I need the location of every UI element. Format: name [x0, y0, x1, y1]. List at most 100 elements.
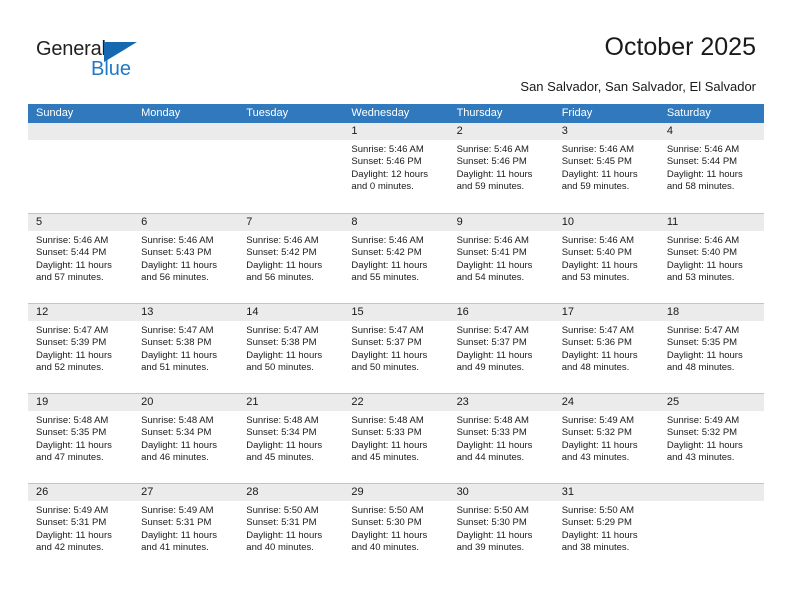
day-sun-info: Sunrise: 5:46 AM Sunset: 5:40 PM Daylight:…	[554, 231, 659, 285]
sunrise-text: Sunrise: 5:50 AM	[246, 505, 319, 516]
calendar-day-cell[interactable]: 5 Sunrise: 5:46 AM Sunset: 5:44 PM Daylight…	[28, 214, 134, 303]
calendar-week-row: 19 Sunrise: 5:48 AM Sunset: 5:35 PM Dayligh…	[28, 393, 764, 483]
daylight-text-line2: and 55 minutes.	[351, 272, 420, 284]
day-number: 17	[553, 304, 659, 321]
daylight-text-line1: Daylight: 11 hours	[456, 349, 533, 361]
daylight-text-line1: Daylight: 11 hours	[666, 168, 743, 180]
daylight-text-line2: and 38 minutes.	[561, 542, 630, 554]
calendar-day-cell[interactable]: 7 Sunrise: 5:46 AM Sunset: 5:42 PM Daylight…	[238, 214, 344, 303]
daylight-text-line2: and 42 minutes.	[36, 542, 104, 554]
sunrise-text: Sunrise: 5:46 AM	[561, 235, 635, 246]
day-sun-info: Sunrise: 5:49 AM Sunset: 5:31 PM Daylight:…	[28, 501, 133, 555]
sunrise-text: Sunrise: 5:47 AM	[561, 325, 635, 336]
sunrise-text: Sunrise: 5:49 AM	[141, 505, 214, 516]
calendar-day-cell[interactable]: 25 Sunrise: 5:49 AM Sunset: 5:32 PM Dayligh…	[658, 394, 764, 483]
calendar-day-cell[interactable]: 29 Sunrise: 5:50 AM Sunset: 5:30 PM Dayligh…	[343, 484, 449, 573]
sunset-text: Sunset: 5:35 PM	[36, 427, 107, 439]
calendar-day-cell[interactable]: 10 Sunrise: 5:46 AM Sunset: 5:40 PM Dayligh…	[553, 214, 659, 303]
sunset-text: Sunset: 5:31 PM	[36, 517, 107, 529]
sunset-text: Sunset: 5:32 PM	[666, 427, 738, 439]
day-number: 31	[553, 484, 659, 501]
calendar-day-cell-empty	[658, 484, 764, 573]
daylight-text-line2: and 43 minutes.	[561, 452, 630, 464]
day-number: 13	[133, 304, 239, 321]
calendar-day-cell[interactable]: 23 Sunrise: 5:48 AM Sunset: 5:33 PM Dayligh…	[448, 394, 554, 483]
calendar-day-cell[interactable]: 17 Sunrise: 5:47 AM Sunset: 5:36 PM Dayligh…	[553, 304, 659, 393]
calendar-day-cell[interactable]: 31 Sunrise: 5:50 AM Sunset: 5:29 PM Dayligh…	[553, 484, 659, 573]
sunset-text: Sunset: 5:33 PM	[456, 427, 527, 439]
sunrise-text: Sunrise: 5:46 AM	[561, 144, 635, 155]
day-number	[28, 123, 134, 140]
daylight-text-line2: and 50 minutes.	[246, 362, 314, 374]
calendar-day-cell[interactable]: 3 Sunrise: 5:46 AM Sunset: 5:45 PM Daylight…	[553, 123, 659, 212]
weekday-header-saturday: Saturday	[666, 107, 711, 119]
daylight-text-line1: Daylight: 11 hours	[351, 439, 428, 451]
calendar-day-cell[interactable]: 21 Sunrise: 5:48 AM Sunset: 5:34 PM Dayligh…	[238, 394, 344, 483]
calendar-day-cell[interactable]: 15 Sunrise: 5:47 AM Sunset: 5:37 PM Dayligh…	[343, 304, 449, 393]
day-sun-info	[133, 140, 238, 144]
calendar-day-cell[interactable]: 8 Sunrise: 5:46 AM Sunset: 5:42 PM Daylight…	[343, 214, 449, 303]
calendar-day-cell[interactable]: 6 Sunrise: 5:46 AM Sunset: 5:43 PM Daylight…	[133, 214, 239, 303]
calendar-week-row: 26 Sunrise: 5:49 AM Sunset: 5:31 PM Dayligh…	[28, 483, 764, 573]
sunset-text: Sunset: 5:38 PM	[141, 337, 212, 349]
day-sun-info: Sunrise: 5:50 AM Sunset: 5:30 PM Daylight:…	[449, 501, 554, 555]
daylight-text-line2: and 48 minutes.	[666, 362, 735, 374]
sunrise-text: Sunrise: 5:46 AM	[456, 235, 529, 246]
calendar-day-cell[interactable]: 18 Sunrise: 5:47 AM Sunset: 5:35 PM Dayligh…	[658, 304, 764, 393]
calendar-day-cell[interactable]: 14 Sunrise: 5:47 AM Sunset: 5:38 PM Dayligh…	[238, 304, 344, 393]
calendar-week-row: 5 Sunrise: 5:46 AM Sunset: 5:44 PM Daylight…	[28, 213, 764, 303]
weekday-header-thursday: Thursday	[456, 107, 503, 119]
daylight-text-line1: Daylight: 11 hours	[561, 349, 638, 361]
calendar-day-cell[interactable]: 12 Sunrise: 5:47 AM Sunset: 5:39 PM Dayligh…	[28, 304, 134, 393]
page-subtitle: San Salvador, San Salvador, El Salvador	[520, 79, 756, 94]
calendar-day-cell[interactable]: 22 Sunrise: 5:48 AM Sunset: 5:33 PM Dayligh…	[343, 394, 449, 483]
daylight-text-line2: and 58 minutes.	[666, 181, 735, 193]
calendar-day-cell[interactable]: 1 Sunrise: 5:46 AM Sunset: 5:46 PM Daylight…	[343, 123, 449, 212]
day-sun-info: Sunrise: 5:47 AM Sunset: 5:37 PM Daylight:…	[343, 321, 448, 375]
calendar-day-cell[interactable]: 16 Sunrise: 5:47 AM Sunset: 5:37 PM Dayligh…	[448, 304, 554, 393]
daylight-text-line1: Daylight: 11 hours	[36, 529, 112, 541]
calendar-weeks: 1 Sunrise: 5:46 AM Sunset: 5:46 PM Daylight…	[28, 123, 764, 573]
daylight-text-line1: Daylight: 11 hours	[36, 349, 112, 361]
daylight-text-line2: and 51 minutes.	[141, 362, 209, 374]
calendar-day-cell-empty	[28, 123, 134, 212]
daylight-text-line2: and 40 minutes.	[351, 542, 420, 554]
calendar-day-cell[interactable]: 30 Sunrise: 5:50 AM Sunset: 5:30 PM Dayligh…	[448, 484, 554, 573]
day-sun-info: Sunrise: 5:46 AM Sunset: 5:45 PM Daylight:…	[554, 140, 659, 194]
day-number: 4	[658, 123, 764, 140]
calendar-day-cell[interactable]: 26 Sunrise: 5:49 AM Sunset: 5:31 PM Dayligh…	[28, 484, 134, 573]
calendar-day-cell[interactable]: 2 Sunrise: 5:46 AM Sunset: 5:46 PM Daylight…	[448, 123, 554, 212]
daylight-text-line1: Daylight: 11 hours	[351, 349, 428, 361]
generalblue-logo[interactable]: General Blue	[36, 38, 151, 84]
calendar-day-cell[interactable]: 28 Sunrise: 5:50 AM Sunset: 5:31 PM Dayligh…	[238, 484, 344, 573]
sunrise-text: Sunrise: 5:46 AM	[351, 235, 424, 246]
daylight-text-line1: Daylight: 11 hours	[141, 529, 218, 541]
calendar-day-cell[interactable]: 9 Sunrise: 5:46 AM Sunset: 5:41 PM Daylight…	[448, 214, 554, 303]
calendar-day-cell[interactable]: 13 Sunrise: 5:47 AM Sunset: 5:38 PM Dayligh…	[133, 304, 239, 393]
sunset-text: Sunset: 5:41 PM	[456, 247, 527, 259]
day-number: 29	[343, 484, 449, 501]
daylight-text-line1: Daylight: 11 hours	[561, 168, 638, 180]
calendar-day-cell[interactable]: 20 Sunrise: 5:48 AM Sunset: 5:34 PM Dayligh…	[133, 394, 239, 483]
daylight-text-line2: and 56 minutes.	[141, 272, 209, 284]
daylight-text-line2: and 45 minutes.	[246, 452, 314, 464]
calendar-day-cell[interactable]: 24 Sunrise: 5:49 AM Sunset: 5:32 PM Dayligh…	[553, 394, 659, 483]
daylight-text-line1: Daylight: 11 hours	[246, 439, 323, 451]
sunset-text: Sunset: 5:30 PM	[351, 517, 422, 529]
sunrise-text: Sunrise: 5:48 AM	[351, 415, 424, 426]
calendar-day-cell[interactable]: 4 Sunrise: 5:46 AM Sunset: 5:44 PM Daylight…	[658, 123, 764, 212]
sunset-text: Sunset: 5:36 PM	[561, 337, 632, 349]
calendar-day-cell-empty	[133, 123, 239, 212]
weekday-header-wednesday: Wednesday	[351, 107, 410, 119]
sunset-text: Sunset: 5:40 PM	[666, 247, 738, 259]
daylight-text-line2: and 46 minutes.	[141, 452, 209, 464]
daylight-text-line1: Daylight: 11 hours	[561, 529, 638, 541]
calendar-day-cell[interactable]: 11 Sunrise: 5:46 AM Sunset: 5:40 PM Dayligh…	[658, 214, 764, 303]
sunrise-text: Sunrise: 5:49 AM	[666, 415, 740, 426]
calendar-day-cell[interactable]: 19 Sunrise: 5:48 AM Sunset: 5:35 PM Dayligh…	[28, 394, 134, 483]
daylight-text-line1: Daylight: 11 hours	[666, 259, 743, 271]
daylight-text-line1: Daylight: 11 hours	[456, 529, 533, 541]
daylight-text-line1: Daylight: 11 hours	[36, 259, 112, 271]
day-number: 5	[28, 214, 134, 231]
calendar-day-cell[interactable]: 27 Sunrise: 5:49 AM Sunset: 5:31 PM Dayligh…	[133, 484, 239, 573]
